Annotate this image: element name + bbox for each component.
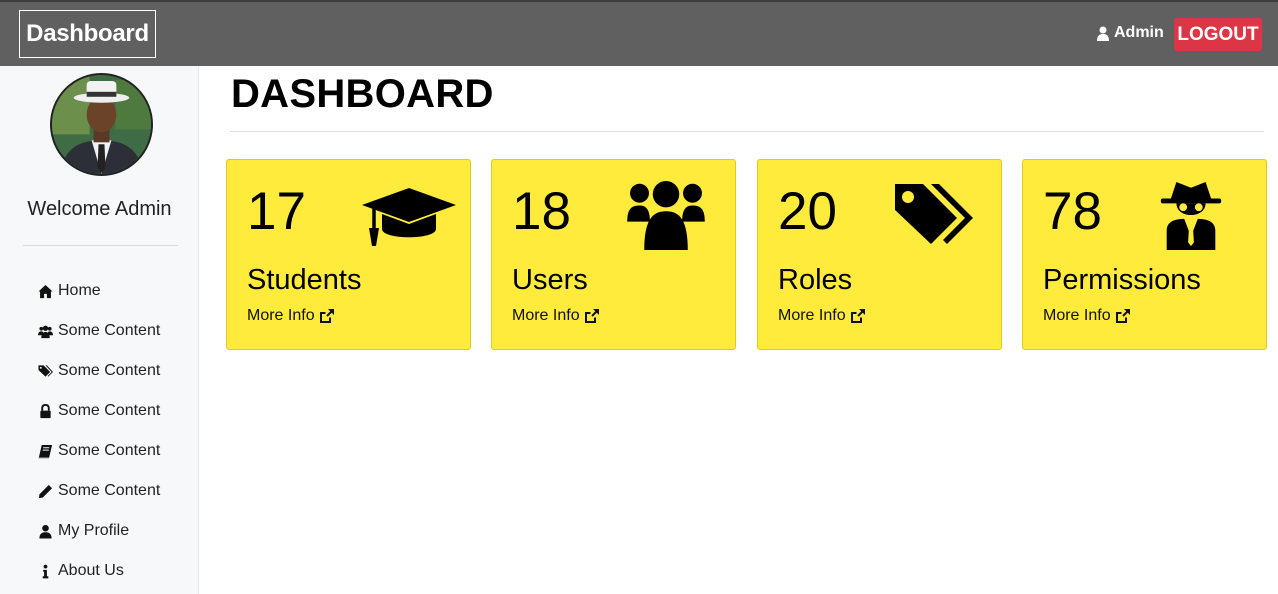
sidebar-nav: Home Some Content Some Content Some Cont… <box>38 271 160 591</box>
user-icon <box>39 524 52 539</box>
external-link-icon <box>850 309 865 323</box>
stat-count: 17 <box>247 182 306 241</box>
admin-user-menu[interactable]: Admin <box>1097 24 1164 42</box>
page-title: DASHBOARD <box>231 72 494 116</box>
sidebar-item-label: Some Content <box>58 402 161 419</box>
sidebar-item-label: About Us <box>58 562 124 579</box>
stat-card-permissions[interactable]: 78 Permissions More Info <box>1022 159 1267 350</box>
sidebar-item-label: Some Content <box>58 362 161 379</box>
stat-card-users[interactable]: 18 Users More Info <box>491 159 736 350</box>
sidebar-item-content-5[interactable]: Some Content <box>38 471 160 511</box>
stat-label: Permissions <box>1043 264 1201 296</box>
stat-card-students[interactable]: 17 Students More Info <box>226 159 471 350</box>
brand-link[interactable]: Dashboard <box>19 10 156 58</box>
book-icon <box>38 444 53 458</box>
stat-card-roles[interactable]: 20 Roles More Info <box>757 159 1002 350</box>
sidebar-item-home[interactable]: Home <box>38 271 160 311</box>
tags-icon <box>891 180 973 250</box>
user-secret-icon <box>1156 180 1226 250</box>
top-navbar: Dashboard Admin LOGOUT <box>0 0 1278 66</box>
sidebar-divider <box>23 245 178 246</box>
more-info-link[interactable]: More Info <box>1043 307 1131 325</box>
users-icon <box>625 180 707 250</box>
pencil-icon <box>38 484 53 498</box>
info-icon <box>42 564 49 578</box>
avatar <box>50 73 153 176</box>
more-info-link[interactable]: More Info <box>778 307 866 325</box>
title-divider <box>230 131 1264 132</box>
lock-icon <box>40 403 51 418</box>
sidebar-item-content-2[interactable]: Some Content <box>38 351 160 391</box>
graduation-cap-icon <box>362 180 456 250</box>
more-info-label: More Info <box>1043 307 1111 324</box>
users-icon <box>38 325 53 338</box>
more-info-label: More Info <box>247 307 315 324</box>
sidebar: Welcome Admin Home Some Content Some Con… <box>0 66 199 594</box>
more-info-link[interactable]: More Info <box>512 307 600 325</box>
sidebar-item-about-us[interactable]: About Us <box>38 551 160 591</box>
stat-label: Roles <box>778 264 853 296</box>
sidebar-item-label: Home <box>58 282 101 299</box>
stat-label: Students <box>247 264 362 296</box>
sidebar-item-content-4[interactable]: Some Content <box>38 431 160 471</box>
home-icon <box>38 284 53 298</box>
more-info-label: More Info <box>778 307 846 324</box>
sidebar-item-content-1[interactable]: Some Content <box>38 311 160 351</box>
external-link-icon <box>584 309 599 323</box>
stat-label: Users <box>512 264 588 296</box>
more-info-label: More Info <box>512 307 580 324</box>
more-info-link[interactable]: More Info <box>247 307 335 325</box>
sidebar-item-label: My Profile <box>58 522 130 539</box>
external-link-icon <box>319 309 334 323</box>
welcome-text: Welcome Admin <box>27 198 172 220</box>
user-icon <box>1097 26 1109 41</box>
sidebar-item-my-profile[interactable]: My Profile <box>38 511 160 551</box>
stat-count: 18 <box>512 182 571 241</box>
sidebar-item-content-3[interactable]: Some Content <box>38 391 160 431</box>
logout-button[interactable]: LOGOUT <box>1174 18 1262 51</box>
admin-user-name: Admin <box>1114 24 1164 41</box>
sidebar-item-label: Some Content <box>58 442 161 459</box>
sidebar-item-label: Some Content <box>58 322 161 339</box>
stat-count: 78 <box>1043 182 1102 241</box>
external-link-icon <box>1115 309 1130 323</box>
tags-icon <box>38 364 53 377</box>
stat-count: 20 <box>778 182 837 241</box>
sidebar-item-label: Some Content <box>58 482 161 499</box>
